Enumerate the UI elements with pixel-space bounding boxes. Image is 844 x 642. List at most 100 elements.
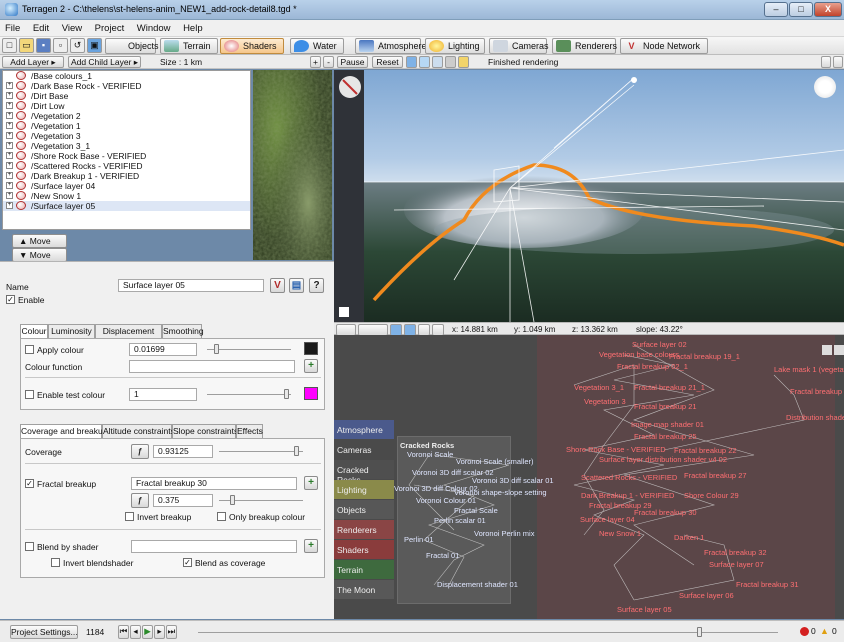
expand-icon[interactable]: + bbox=[6, 132, 13, 139]
tab-displacement[interactable]: Displacement bbox=[95, 324, 162, 338]
move-up-button[interactable]: ▲ Move bbox=[12, 234, 67, 248]
only-breakup-colour-checkbox[interactable] bbox=[217, 512, 226, 521]
brush-icon[interactable] bbox=[445, 56, 456, 68]
node-network-view[interactable]: Cracked Rocks Voronoi Scale Voronoi Scale… bbox=[334, 335, 844, 619]
layer-item[interactable]: /Base colours_1 bbox=[3, 71, 250, 81]
menu-project[interactable]: Project bbox=[90, 20, 130, 34]
sky-toggle-icon[interactable] bbox=[419, 56, 430, 68]
shader-node[interactable]: Fractal breakup 21 bbox=[634, 402, 697, 411]
menu-window[interactable]: Window bbox=[132, 20, 176, 34]
network-node[interactable]: Voronoi Colour 01 bbox=[416, 496, 476, 505]
layer-item[interactable]: + /Dark Base Rock - VERIFIED bbox=[3, 81, 250, 91]
fractal-breakup-checkbox[interactable]: ✓ bbox=[25, 479, 34, 488]
panel-restore-icon[interactable] bbox=[822, 345, 832, 355]
breakup-amount-field[interactable]: 0.375 bbox=[153, 494, 213, 507]
tab-objects[interactable]: Objects bbox=[105, 38, 159, 54]
layer-item[interactable]: + /Vegetation 1 bbox=[3, 121, 250, 131]
test-colour-field[interactable]: 1 bbox=[129, 388, 197, 401]
layer-item[interactable]: + /New Snow 1 bbox=[3, 191, 250, 201]
maximize-button[interactable]: □ bbox=[789, 2, 813, 17]
shader-node[interactable]: Surface layer 02 bbox=[632, 340, 687, 349]
tab-atmosphere[interactable]: Atmosphere bbox=[355, 38, 427, 54]
tab-renderers[interactable]: Renderers bbox=[552, 38, 617, 54]
invert-blendshader-checkbox[interactable] bbox=[51, 558, 60, 567]
menu-edit[interactable]: Edit bbox=[28, 20, 54, 34]
test-colour-slider-knob[interactable] bbox=[284, 389, 289, 399]
expand-icon[interactable]: + bbox=[6, 152, 13, 159]
layer-item[interactable]: + /Dirt Low bbox=[3, 101, 250, 111]
shader-node[interactable]: Surface layer 07 bbox=[709, 560, 764, 569]
shader-node[interactable]: Surface layer 06 bbox=[679, 591, 734, 600]
help-icon[interactable]: ? bbox=[309, 278, 324, 293]
enable-checkbox[interactable]: ✓ bbox=[6, 295, 15, 304]
coverage-slider[interactable] bbox=[219, 451, 303, 452]
reset-render-button[interactable]: Reset bbox=[372, 56, 403, 68]
next-frame-icon[interactable]: ▸ bbox=[154, 625, 165, 639]
apply-colour-slider-knob[interactable] bbox=[214, 344, 219, 354]
menu-help[interactable]: Help bbox=[178, 20, 208, 34]
timeline-slider[interactable] bbox=[198, 632, 778, 633]
colour-function-field[interactable] bbox=[129, 360, 295, 373]
blend-shader-field[interactable] bbox=[131, 540, 297, 553]
shader-node[interactable]: Fractal breakup 30 bbox=[634, 508, 697, 517]
zoom-in-button[interactable]: + bbox=[310, 56, 321, 68]
expand-icon[interactable]: + bbox=[6, 202, 13, 209]
shader-node[interactable]: Distribution shader bbox=[786, 413, 844, 422]
view-mode-icon[interactable] bbox=[406, 56, 417, 68]
tab-cameras[interactable]: Cameras bbox=[489, 38, 549, 54]
panel-close-icon[interactable] bbox=[833, 56, 843, 68]
move-down-button[interactable]: ▼ Move bbox=[12, 248, 67, 262]
tab-shaders[interactable]: Shaders bbox=[220, 38, 284, 54]
panel-restore-icon[interactable] bbox=[821, 56, 831, 68]
network-node[interactable]: Fractal 01 bbox=[426, 551, 459, 560]
network-node[interactable]: Voronoi 3D diff scalar 01 bbox=[472, 476, 554, 485]
tab-luminosity[interactable]: Luminosity bbox=[48, 324, 95, 338]
save-icon[interactable]: ▪ bbox=[36, 38, 51, 53]
apply-colour-checkbox[interactable] bbox=[25, 345, 34, 354]
error-icon[interactable] bbox=[800, 627, 809, 636]
pause-render-button[interactable]: Pause bbox=[337, 56, 368, 68]
zoom-out-button[interactable]: - bbox=[323, 56, 334, 68]
network-node[interactable]: Voronoi Perlin mix bbox=[474, 529, 534, 538]
minimize-button[interactable]: – bbox=[764, 2, 788, 17]
menu-file[interactable]: File bbox=[0, 20, 25, 34]
node-network-link-icon[interactable]: V bbox=[270, 278, 285, 293]
shader-node[interactable]: Surface layer 05 bbox=[617, 605, 672, 614]
coverage-function-icon[interactable]: ƒ bbox=[131, 444, 149, 459]
save-as-icon[interactable]: ▫ bbox=[53, 38, 68, 53]
light-toggle-icon[interactable] bbox=[458, 56, 469, 68]
apply-colour-field[interactable]: 0.01699 bbox=[129, 343, 197, 356]
blend-as-coverage-checkbox[interactable]: ✓ bbox=[183, 558, 192, 567]
shader-node[interactable]: Lake mask 1 (vegetation) bbox=[774, 365, 844, 374]
preview-icon[interactable]: ▤ bbox=[289, 278, 304, 293]
warning-icon[interactable]: ▲ bbox=[820, 626, 829, 636]
open-folder-icon[interactable]: ▭ bbox=[19, 38, 34, 53]
expand-icon[interactable]: + bbox=[6, 112, 13, 119]
layer-item[interactable]: + /Scattered Rocks - VERIFIED bbox=[3, 161, 250, 171]
expand-icon[interactable]: + bbox=[6, 162, 13, 169]
network-category-shaders[interactable]: Shaders bbox=[334, 540, 394, 559]
close-button[interactable]: X bbox=[814, 2, 842, 17]
new-file-icon[interactable]: □ bbox=[2, 38, 17, 53]
tab-coverage-and-breakup[interactable]: Coverage and breakup bbox=[20, 424, 107, 439]
shader-node[interactable]: Fractal breakup 21_1 bbox=[634, 383, 705, 392]
shader-node[interactable]: Shore Colour 29 bbox=[684, 491, 739, 500]
breakup-slider-knob[interactable] bbox=[230, 495, 235, 505]
shader-node[interactable]: Fractal breakup 22 bbox=[674, 446, 737, 455]
invert-breakup-checkbox[interactable] bbox=[125, 512, 134, 521]
network-category-atmosphere[interactable]: Atmosphere bbox=[334, 420, 394, 439]
shader-node[interactable]: Fractal breakup 02_1 bbox=[617, 362, 688, 371]
network-node[interactable]: Voronoi Scale bbox=[407, 450, 453, 459]
fractal-breakup-add-button[interactable]: + bbox=[304, 476, 318, 490]
network-node[interactable]: Voronoi Scale (smaller) bbox=[456, 457, 534, 466]
layer-item[interactable]: + /Surface layer 05 bbox=[3, 201, 250, 211]
layer-item[interactable]: + /Shore Rock Base - VERIFIED bbox=[3, 151, 250, 161]
shader-node[interactable]: Scattered Rocks - VERIFIED bbox=[581, 473, 677, 482]
layer-item[interactable]: + /Surface layer 04 bbox=[3, 181, 250, 191]
add-layer-button[interactable]: Add Layer ▸ bbox=[2, 56, 64, 68]
network-node[interactable]: Displacement shader 01 bbox=[437, 580, 518, 589]
render-icon[interactable]: ▣ bbox=[87, 38, 102, 53]
tab-altitude-constraints[interactable]: Altitude constraints bbox=[102, 424, 175, 438]
grid-toggle-icon[interactable] bbox=[432, 56, 443, 68]
shader-node[interactable]: Fractal breakup 19_1 bbox=[669, 352, 740, 361]
